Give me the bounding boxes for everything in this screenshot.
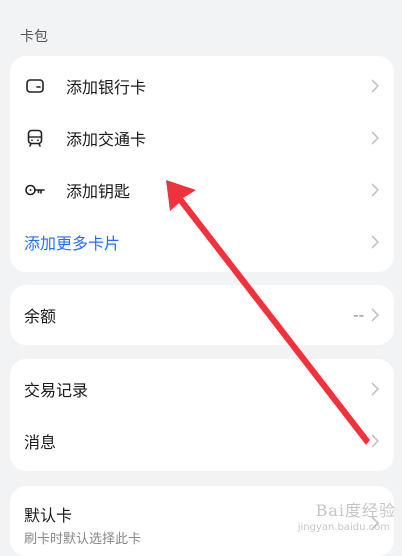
add-bank-card-row[interactable]: 添加银行卡	[10, 60, 394, 112]
add-transit-card-row[interactable]: 添加交通卡	[10, 112, 394, 164]
add-transit-card-label: 添加交通卡	[66, 130, 147, 149]
watermark-logo: Bai度经验	[315, 501, 396, 520]
card-records: 交易记录 消息	[10, 359, 394, 471]
add-more-cards-link[interactable]: 添加更多卡片	[24, 230, 120, 254]
key-icon	[24, 179, 46, 201]
add-key-row[interactable]: 添加钥匙	[10, 164, 394, 216]
add-bank-card-label: 添加银行卡	[66, 78, 147, 97]
add-key-label: 添加钥匙	[66, 182, 131, 201]
bank-card-icon	[24, 75, 46, 97]
messages-row[interactable]: 消息	[10, 415, 394, 467]
card-wallet-list: 添加银行卡 添加交通卡 添加钥匙 添加更多卡片	[10, 56, 394, 272]
transaction-records-row[interactable]: 交易记录	[10, 363, 394, 415]
watermark-url: jingyan.baidu.com	[297, 522, 390, 533]
add-more-cards-row[interactable]: 添加更多卡片	[10, 216, 394, 268]
balance-row[interactable]: 余额 --	[10, 285, 394, 345]
chevron-right-icon	[371, 308, 380, 322]
chevron-right-icon	[371, 131, 380, 145]
balance-label: 余额	[24, 307, 57, 326]
default-card-label: 默认卡	[24, 506, 73, 525]
default-card-subtext: 刷卡时默认选择此卡	[24, 532, 142, 547]
section-title: 卡包	[20, 29, 48, 45]
transaction-records-label: 交易记录	[24, 381, 89, 400]
bus-icon	[24, 127, 46, 149]
chevron-right-icon	[371, 434, 380, 448]
balance-value: --	[353, 306, 364, 324]
messages-label: 消息	[24, 433, 57, 452]
card-balance: 余额 --	[10, 285, 394, 345]
chevron-right-icon	[371, 382, 380, 396]
chevron-right-icon	[371, 79, 380, 93]
chevron-right-icon	[371, 183, 380, 197]
chevron-right-icon	[371, 235, 380, 249]
